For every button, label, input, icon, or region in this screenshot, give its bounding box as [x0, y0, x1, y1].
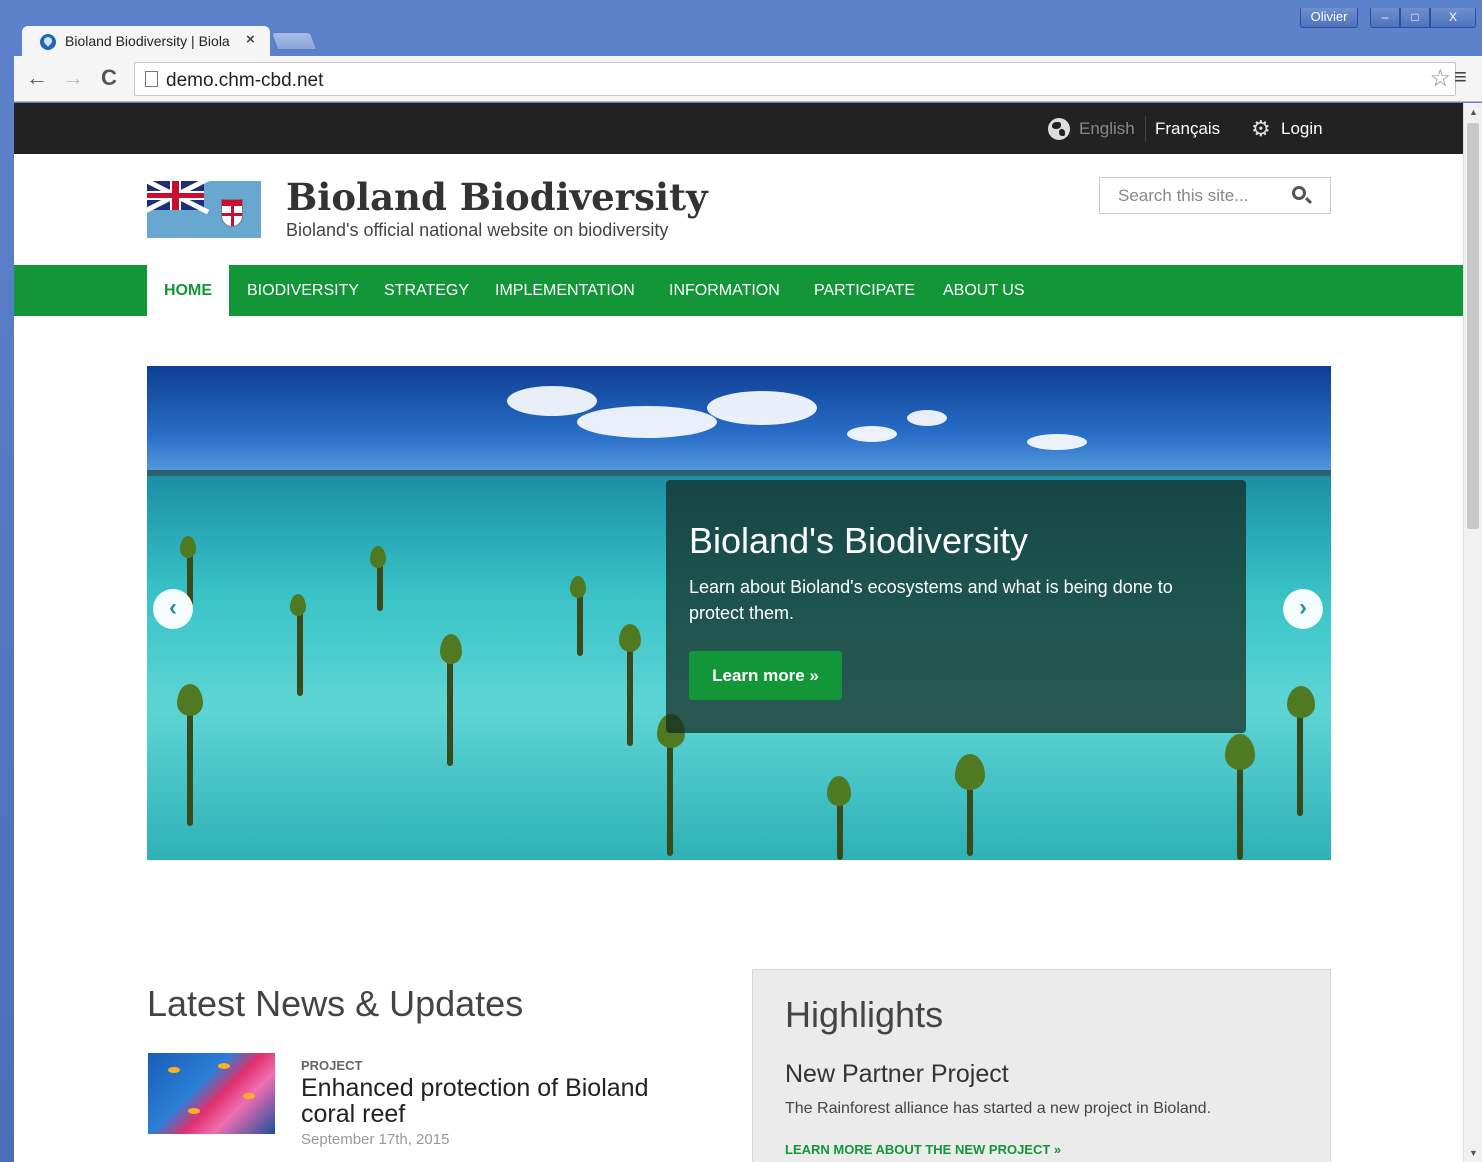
- mangrove-leaf: [177, 684, 203, 716]
- url-text[interactable]: demo.chm-cbd.net: [166, 70, 323, 92]
- globe-icon: [1048, 118, 1070, 140]
- mangrove-leaf: [440, 634, 462, 664]
- union-jack: [147, 181, 210, 215]
- slide-image-sky: [147, 366, 1331, 484]
- scroll-up-icon[interactable]: ▲: [1469, 107, 1478, 117]
- new-tab-button[interactable]: [270, 32, 318, 50]
- news-date: September 17th, 2015: [301, 1131, 450, 1148]
- browser-window: Bioland Biodiversity | Biola × Olivier –…: [0, 0, 1482, 1162]
- highlight-subtitle: New Partner Project: [785, 1060, 1009, 1088]
- nav-about-us[interactable]: ABOUT US: [943, 265, 1025, 316]
- nav-implementation[interactable]: IMPLEMENTATION: [495, 265, 635, 316]
- learn-more-button[interactable]: Learn more »: [689, 651, 842, 700]
- mangrove-leaf: [1287, 686, 1315, 718]
- tab-close-icon[interactable]: ×: [246, 31, 255, 48]
- cloud: [507, 386, 597, 416]
- mangrove-sprout: [627, 636, 633, 746]
- profile-button[interactable]: Olivier: [1300, 8, 1358, 28]
- caption-heading: Bioland's Biodiversity: [689, 520, 1029, 561]
- page-viewport: English Français ⚙ Login Bioland Biodive…: [14, 103, 1463, 1162]
- maximize-button[interactable]: □: [1400, 8, 1430, 28]
- nav-home[interactable]: HOME: [147, 265, 229, 316]
- coat-of-arms-shield: [221, 199, 243, 227]
- back-button[interactable]: ←: [24, 66, 50, 92]
- fish: [243, 1093, 255, 1099]
- minimize-button[interactable]: –: [1370, 8, 1400, 28]
- browser-toolbar: ← → C demo.chm-cbd.net ☆ ≡: [14, 56, 1482, 102]
- login-link[interactable]: Login: [1281, 119, 1323, 139]
- language-divider: [1145, 116, 1146, 142]
- search-input[interactable]: [1101, 179, 1281, 212]
- site-title[interactable]: Bioland Biodiversity: [286, 175, 708, 219]
- news-headline-link[interactable]: Enhanced protection of Bioland coral ree…: [301, 1075, 701, 1127]
- gear-icon[interactable]: ⚙: [1251, 118, 1273, 140]
- page-icon: [145, 71, 158, 87]
- mangrove-leaf: [370, 546, 386, 568]
- news-section-title: Latest News & Updates: [147, 983, 524, 1024]
- nav-participate[interactable]: PARTICIPATE: [814, 265, 915, 316]
- mangrove-leaf: [827, 776, 851, 806]
- cloud: [1027, 434, 1087, 450]
- vertical-scrollbar[interactable]: ▲ ▼: [1463, 103, 1482, 1162]
- browser-menu-icon[interactable]: ≡: [1454, 64, 1467, 90]
- highlights-panel: Highlights New Partner Project The Rainf…: [752, 969, 1331, 1162]
- nav-information[interactable]: INFORMATION: [669, 265, 780, 316]
- mangrove-leaf: [290, 594, 306, 616]
- scroll-down-icon[interactable]: ▼: [1469, 1148, 1478, 1158]
- mangrove-leaf: [180, 536, 196, 558]
- news-category: PROJECT: [301, 1058, 363, 1073]
- address-bar[interactable]: demo.chm-cbd.net ☆: [134, 62, 1456, 96]
- cloud: [577, 406, 717, 438]
- reload-button[interactable]: C: [96, 66, 122, 92]
- cloud: [707, 391, 817, 425]
- cloud: [907, 410, 947, 426]
- language-english-link[interactable]: English: [1079, 119, 1135, 139]
- title-bar: Bioland Biodiversity | Biola × Olivier –…: [0, 0, 1482, 58]
- highlight-text: The Rainforest alliance has started a ne…: [785, 1100, 1212, 1117]
- carousel-caption: Bioland's Biodiversity Learn about Biola…: [666, 480, 1246, 733]
- bookmark-star-icon[interactable]: ☆: [1429, 64, 1451, 93]
- tab-title: Bioland Biodiversity | Biola: [65, 33, 230, 49]
- mangrove-leaf: [619, 624, 641, 652]
- drupal-favicon-icon: [40, 34, 56, 50]
- site-subtitle: Bioland's official national website on b…: [286, 220, 669, 240]
- fish: [188, 1108, 200, 1114]
- mangrove-leaf: [570, 576, 586, 598]
- fish: [168, 1067, 180, 1073]
- caption-text: Learn about Bioland's ecosystems and wha…: [689, 577, 1173, 623]
- cloud: [847, 426, 897, 442]
- language-french-link[interactable]: Français: [1155, 119, 1220, 139]
- close-window-button[interactable]: X: [1430, 8, 1476, 28]
- carousel-prev-icon[interactable]: ‹: [153, 589, 193, 629]
- site-search: [1099, 177, 1331, 214]
- mangrove-leaf: [955, 754, 985, 790]
- mangrove-leaf: [1225, 734, 1255, 770]
- carousel-next-icon[interactable]: ›: [1283, 589, 1323, 629]
- scrollbar-thumb[interactable]: [1467, 123, 1479, 529]
- highlight-learn-more-link[interactable]: LEARN MORE ABOUT THE NEW PROJECT »: [785, 1142, 1061, 1157]
- hero-carousel: Bioland's Biodiversity Learn about Biola…: [147, 366, 1331, 860]
- main-navigation: HOME BIODIVERSITY STRATEGY IMPLEMENTATIO…: [14, 265, 1463, 316]
- fish: [218, 1063, 230, 1069]
- nav-biodiversity[interactable]: BIODIVERSITY: [247, 265, 359, 316]
- search-icon[interactable]: [1292, 186, 1306, 200]
- nav-strategy[interactable]: STRATEGY: [384, 265, 469, 316]
- top-bar: English Français ⚙ Login: [14, 103, 1463, 154]
- mangrove-sprout: [447, 646, 453, 766]
- fiji-flag-logo[interactable]: [147, 181, 261, 238]
- mangrove-sprout: [297, 606, 303, 696]
- highlights-title: Highlights: [785, 994, 944, 1035]
- news-thumbnail[interactable]: [148, 1053, 275, 1134]
- browser-tab[interactable]: Bioland Biodiversity | Biola ×: [22, 26, 270, 58]
- forward-button[interactable]: →: [60, 66, 86, 92]
